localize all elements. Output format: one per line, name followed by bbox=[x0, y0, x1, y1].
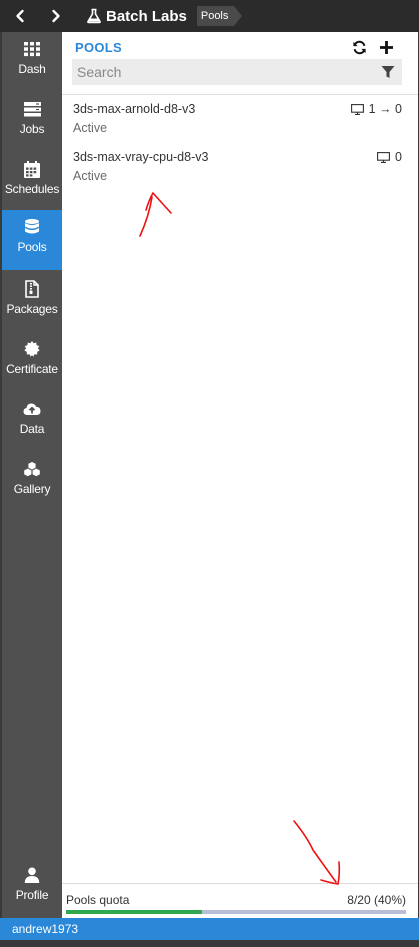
sidebar: Dash Jobs Schedules Pools Packages Certi… bbox=[2, 32, 62, 918]
chevron-left-icon bbox=[16, 9, 24, 23]
sidebar-item-label: Data bbox=[19, 422, 45, 436]
breadcrumb-item: Pools bbox=[196, 6, 235, 26]
server-icon bbox=[23, 100, 41, 118]
forward-button[interactable] bbox=[42, 0, 70, 32]
title-bar: Batch Labs Pools bbox=[0, 0, 419, 32]
pool-state: Active bbox=[73, 169, 108, 183]
sidebar-item-packages[interactable]: Packages bbox=[2, 272, 62, 332]
user-name: andrew1973 bbox=[12, 922, 79, 936]
sidebar-item-jobs[interactable]: Jobs bbox=[2, 92, 62, 152]
node-count-text: 0 bbox=[395, 150, 402, 164]
back-button[interactable] bbox=[6, 0, 34, 32]
header-divider bbox=[62, 94, 418, 95]
filter-icon[interactable] bbox=[381, 65, 395, 79]
pool-name: 3ds-max-arnold-d8-v3 bbox=[73, 102, 196, 116]
sidebar-item-gallery[interactable]: Gallery bbox=[2, 452, 62, 512]
quota-progress-fill bbox=[66, 910, 202, 914]
pool-node-count: 1 → 0 bbox=[350, 102, 402, 116]
pool-name: 3ds-max-vray-cpu-d8-v3 bbox=[73, 150, 209, 164]
refresh-button[interactable] bbox=[351, 39, 367, 55]
database-icon bbox=[23, 218, 41, 236]
search-input[interactable] bbox=[72, 64, 372, 80]
chevron-right-icon bbox=[52, 9, 60, 23]
quota-label: Pools quota bbox=[66, 893, 130, 907]
refresh-icon bbox=[352, 40, 366, 54]
sidebar-item-label: Jobs bbox=[19, 122, 45, 136]
pools-header: POOLS bbox=[62, 32, 418, 92]
pool-list-item[interactable]: 3ds-max-vray-cpu-d8-v3 Active 0 bbox=[62, 144, 418, 192]
sidebar-item-data[interactable]: Data bbox=[2, 392, 62, 452]
sidebar-item-label: Schedules bbox=[4, 182, 60, 196]
file-archive-icon bbox=[23, 280, 41, 298]
sidebar-item-label: Profile bbox=[15, 888, 49, 902]
add-pool-button[interactable] bbox=[378, 39, 394, 55]
search-box bbox=[72, 59, 402, 85]
sidebar-item-schedules[interactable]: Schedules bbox=[2, 152, 62, 212]
breadcrumb-arrow bbox=[234, 6, 243, 26]
sidebar-item-label: Pools bbox=[17, 240, 47, 254]
grid-icon bbox=[23, 40, 41, 58]
sidebar-item-label: Certificate bbox=[6, 362, 58, 376]
sidebar-item-label: Gallery bbox=[13, 482, 51, 496]
cubes-icon bbox=[23, 460, 41, 478]
quota-progress-track bbox=[66, 910, 406, 914]
page-title: POOLS bbox=[75, 40, 123, 55]
sidebar-item-pools[interactable]: Pools bbox=[2, 210, 62, 270]
pool-list-item[interactable]: 3ds-max-arnold-d8-v3 Active 1 → 0 bbox=[62, 96, 418, 144]
pools-quota: Pools quota 8/20 (40%) bbox=[62, 883, 418, 918]
monitor-icon bbox=[350, 103, 364, 115]
sidebar-item-certificate[interactable]: Certificate bbox=[2, 332, 62, 392]
node-count-text: 1 → 0 bbox=[368, 102, 402, 116]
calendar-icon bbox=[23, 160, 41, 178]
plus-icon bbox=[379, 40, 393, 54]
app-brand[interactable]: Batch Labs bbox=[86, 0, 187, 32]
pool-state: Active bbox=[73, 121, 108, 135]
sidebar-item-label: Packages bbox=[6, 302, 58, 316]
breadcrumb[interactable]: Pools bbox=[196, 6, 243, 26]
quota-value: 8/20 (40%) bbox=[347, 893, 406, 907]
pools-panel: POOLS 3ds-max-arnold-d8-v3 Active 1 → 0 … bbox=[62, 32, 418, 918]
certificate-icon bbox=[23, 340, 41, 358]
status-bar: andrew1973 bbox=[0, 918, 419, 940]
flask-icon bbox=[87, 8, 101, 24]
cloud-upload-icon bbox=[23, 400, 41, 418]
sidebar-item-dash[interactable]: Dash bbox=[2, 32, 62, 92]
sidebar-item-profile[interactable]: Profile bbox=[2, 858, 62, 918]
monitor-icon bbox=[377, 151, 390, 163]
sidebar-item-label: Dash bbox=[18, 62, 46, 76]
user-icon bbox=[23, 866, 41, 884]
app-name: Batch Labs bbox=[106, 7, 187, 25]
pool-node-count: 0 bbox=[377, 150, 402, 164]
